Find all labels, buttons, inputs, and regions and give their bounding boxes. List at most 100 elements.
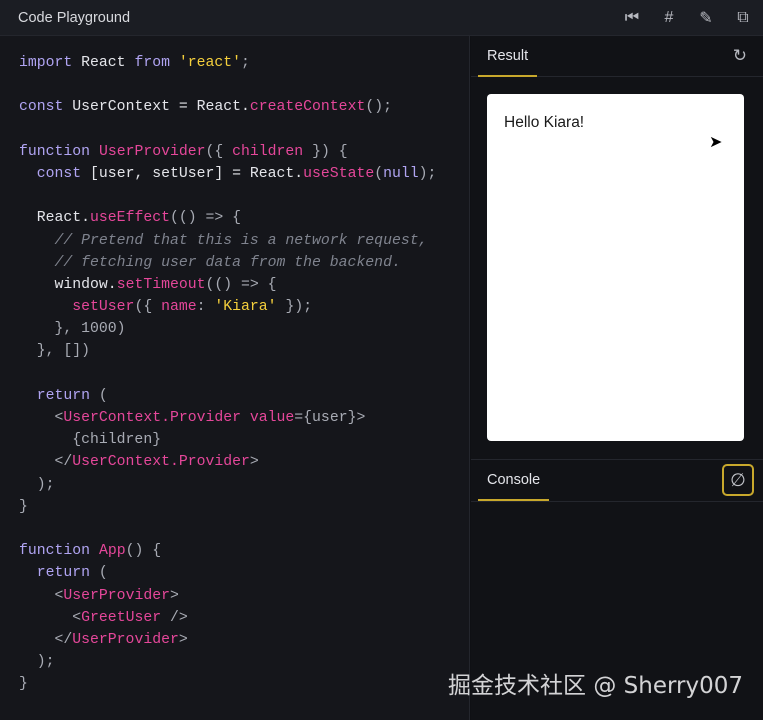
code-editor[interactable]: import React from 'react'; const UserCont… xyxy=(0,36,470,720)
code-token: }, 1000) xyxy=(19,321,126,338)
code-token: UserProvider xyxy=(98,143,206,160)
code-line: window.setTimeout(() => { xyxy=(19,274,469,296)
pencil-icon[interactable]: ✎ xyxy=(698,8,714,28)
code-token: React. xyxy=(19,210,91,227)
code-token: ); xyxy=(418,165,437,182)
code-token: }) { xyxy=(303,143,348,160)
code-token: ); xyxy=(19,654,55,671)
hash-icon[interactable]: # xyxy=(661,9,677,27)
code-line: ); xyxy=(19,474,469,496)
code-line: }, []) xyxy=(19,340,469,362)
code-token: const xyxy=(19,99,64,116)
code-line: function UserProvider({ children }) { xyxy=(19,141,469,163)
result-output: Hello Kiara! xyxy=(504,114,585,131)
title-bar: Code Playground ⏮ # ✎ ⧉ xyxy=(0,0,763,36)
code-token: name xyxy=(161,299,197,316)
code-token: function xyxy=(19,143,91,160)
code-token: 'Kiara' xyxy=(214,299,277,316)
code-token: }); xyxy=(276,299,313,316)
code-token: > xyxy=(169,587,179,604)
code-token: < xyxy=(19,410,64,426)
code-token: window. xyxy=(19,276,117,293)
code-token: () { xyxy=(125,543,162,560)
window-title: Code Playground xyxy=(18,9,131,26)
tab-result[interactable]: Result xyxy=(478,36,538,77)
code-token: UserProvider xyxy=(63,587,170,604)
external-link-icon[interactable]: ⧉ xyxy=(735,9,751,27)
code-line: React.useEffect(() => { xyxy=(19,207,469,229)
code-token: // fetching user data from the backend. xyxy=(19,254,401,271)
code-line: {children} xyxy=(19,429,469,451)
code-token: ( xyxy=(90,387,108,404)
code-line: } xyxy=(19,673,469,695)
watermark: 掘金技术社区 @ Sherry007 xyxy=(448,673,743,699)
code-token: [user, setUser] = React. xyxy=(81,165,304,182)
code-token: return xyxy=(36,387,91,404)
code-token: ); xyxy=(19,476,55,493)
code-line: setUser({ name: 'Kiara' }); xyxy=(19,296,469,318)
code-line: } xyxy=(19,496,469,518)
code-token: ={user}> xyxy=(294,410,366,426)
code-token: ( xyxy=(90,565,108,582)
code-token: 'react' xyxy=(178,55,242,71)
code-line: // Pretend that this is a network reques… xyxy=(19,230,469,252)
code-token: UserContext.Provider xyxy=(72,454,250,471)
code-line: function App() { xyxy=(19,540,469,562)
code-token: setTimeout xyxy=(116,276,206,293)
code-line: </UserContext.Provider> xyxy=(19,451,469,473)
code-line: const [user, setUser] = React.useState(n… xyxy=(19,163,469,185)
code-token: < xyxy=(19,587,64,604)
code-token: }, []) xyxy=(19,343,91,360)
code-token: } xyxy=(19,498,28,515)
clear-console-icon[interactable]: ∅ xyxy=(722,464,754,496)
code-token: createContext xyxy=(249,99,366,116)
reset-icon[interactable]: ⏮ xyxy=(624,9,640,27)
mouse-cursor-icon: ➤ xyxy=(709,134,723,151)
refresh-icon[interactable]: ↻ xyxy=(733,46,747,66)
code-token: (() => { xyxy=(169,210,242,227)
result-frame: Hello Kiara! ➤ xyxy=(487,94,744,441)
code-token: ({ xyxy=(205,143,233,160)
code-token: } xyxy=(19,676,28,693)
code-token: children xyxy=(232,143,304,160)
code-token: (); xyxy=(365,99,392,116)
code-token: useState xyxy=(303,165,375,182)
code-token: React xyxy=(72,55,135,71)
code-line: import React from 'react'; xyxy=(19,52,469,74)
preview-panel: Result ↻ Hello Kiara! ➤ Console ∅ xyxy=(471,36,763,720)
code-token: < xyxy=(19,609,82,626)
code-token: UserContext = React. xyxy=(63,99,250,116)
code-line: <UserContext.Provider value={user}> xyxy=(19,407,469,429)
code-token: return xyxy=(36,565,91,582)
code-token: > xyxy=(249,454,259,471)
code-token: ; xyxy=(241,55,250,71)
code-line: // fetching user data from the backend. xyxy=(19,252,469,274)
code-token: const xyxy=(36,165,82,182)
code-line: <UserProvider> xyxy=(19,585,469,607)
code-token: from xyxy=(134,55,170,71)
code-line: ); xyxy=(19,651,469,673)
code-line: <GreetUser /> xyxy=(19,607,469,629)
code-token: {children} xyxy=(19,432,162,449)
code-token: setUser xyxy=(72,299,135,316)
code-token: useEffect xyxy=(90,210,170,227)
code-token: </ xyxy=(19,631,73,648)
tab-console[interactable]: Console xyxy=(478,460,550,501)
code-line: return ( xyxy=(19,385,469,407)
code-token: > xyxy=(178,631,188,648)
code-token: UserProvider xyxy=(72,631,179,648)
code-token: /> xyxy=(161,609,188,626)
code-token: ( xyxy=(374,165,384,182)
